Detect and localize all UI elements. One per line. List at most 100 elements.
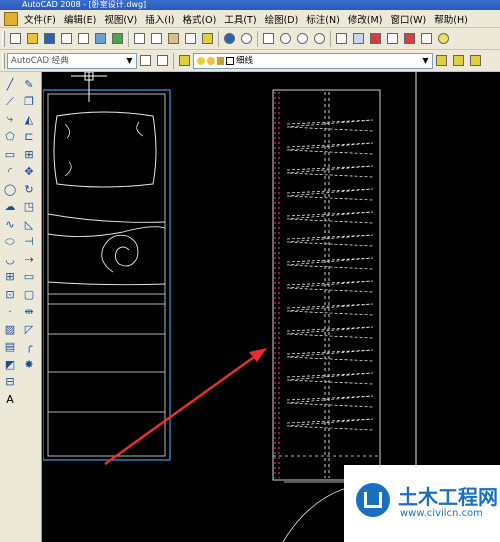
break-icon[interactable]: ▢	[21, 286, 37, 302]
lock-icon[interactable]	[217, 56, 224, 65]
help-icon[interactable]	[436, 31, 451, 46]
rotate-icon[interactable]: ↻	[21, 181, 37, 197]
sun-icon[interactable]	[207, 56, 215, 65]
menu-tools[interactable]: 工具(T)	[220, 12, 260, 26]
menu-modify[interactable]: 修改(M)	[344, 12, 387, 26]
stretch-icon[interactable]: ◺	[21, 216, 37, 232]
hanger	[286, 280, 374, 293]
block-editor-icon[interactable]	[200, 31, 215, 46]
new-file-icon[interactable]	[8, 31, 23, 46]
make-object-layer-current-icon[interactable]	[434, 53, 449, 68]
zoom-previous-icon[interactable]	[312, 31, 327, 46]
spline-icon[interactable]: ∿	[2, 216, 18, 232]
pan-icon[interactable]	[261, 31, 276, 46]
offset-icon[interactable]: ⊏	[21, 129, 37, 145]
window-title: AutoCAD 2008 - [卧室设计.dwg]	[22, 0, 147, 9]
publish-icon[interactable]	[93, 31, 108, 46]
move-icon[interactable]: ✥	[21, 164, 37, 180]
layer-color-swatch	[226, 56, 234, 65]
fillet-icon[interactable]: ╭	[21, 339, 37, 355]
menu-file[interactable]: 文件(F)	[20, 12, 60, 26]
pillow	[53, 111, 157, 188]
properties-icon[interactable]	[334, 31, 349, 46]
match-properties-icon[interactable]	[183, 31, 198, 46]
make-block-icon[interactable]: ⊡	[2, 286, 18, 302]
quickcalc-icon[interactable]	[419, 31, 434, 46]
menu-window[interactable]: 窗口(W)	[386, 12, 430, 26]
print-icon[interactable]	[59, 31, 74, 46]
open-file-icon[interactable]	[25, 31, 40, 46]
erase-icon[interactable]: ✎	[21, 76, 37, 92]
zoom-realtime-icon[interactable]	[278, 31, 293, 46]
join-icon[interactable]: ⇹	[21, 304, 37, 320]
cut-icon[interactable]	[132, 31, 147, 46]
chevron-down-icon[interactable]: ▼	[124, 55, 135, 67]
rectangle-icon[interactable]: ▭	[2, 146, 18, 162]
workspace-layers-toolbar: AutoCAD 经典 ▼ 细线 ▼	[0, 50, 500, 72]
layer-dropdown[interactable]: 细线 ▼	[193, 52, 433, 69]
circle-icon[interactable]: ◯	[2, 181, 18, 197]
menu-dimension[interactable]: 标注(N)	[302, 12, 344, 26]
menu-help[interactable]: 帮助(H)	[430, 12, 472, 26]
toolbar-grip[interactable]	[2, 30, 5, 47]
region-icon[interactable]: ◩	[2, 356, 18, 372]
menu-format[interactable]: 格式(O)	[178, 12, 220, 26]
markup-set-icon[interactable]	[402, 31, 417, 46]
explode-icon[interactable]: ✸	[21, 356, 37, 372]
array-icon[interactable]: ⊞	[21, 146, 37, 162]
redo-icon[interactable]	[239, 31, 254, 46]
design-center-icon[interactable]	[351, 31, 366, 46]
blanket-line	[47, 281, 166, 286]
layer-states-icon[interactable]	[468, 53, 483, 68]
xline-icon[interactable]: ⟋	[2, 94, 18, 110]
revcloud-icon[interactable]: ☁	[2, 199, 18, 215]
annotation-arrow-line	[104, 350, 262, 466]
3d-dwf-icon[interactable]	[110, 31, 125, 46]
layer-manager-icon[interactable]	[177, 53, 192, 68]
text-icon[interactable]: A	[2, 391, 18, 407]
gradient-icon[interactable]: ▤	[2, 339, 18, 355]
zoom-window-icon[interactable]	[295, 31, 310, 46]
save-icon[interactable]	[42, 31, 57, 46]
layer-previous-icon[interactable]	[451, 53, 466, 68]
blanket-fold	[47, 226, 166, 238]
tool-palettes-icon[interactable]	[368, 31, 383, 46]
civilcn-logo-icon	[356, 483, 390, 517]
toolbar-grip[interactable]	[2, 52, 5, 69]
chevron-down-icon[interactable]: ▼	[420, 55, 431, 67]
workspace-settings-icon[interactable]	[138, 53, 153, 68]
mirror-icon[interactable]: ◭	[21, 111, 37, 127]
bed-frame	[47, 93, 166, 457]
arc-icon[interactable]: ◜	[2, 164, 18, 180]
hatch-icon[interactable]: ▨	[2, 321, 18, 337]
table-icon[interactable]: ⊟	[2, 374, 18, 390]
plot-preview-icon[interactable]	[76, 31, 91, 46]
chamfer-icon[interactable]: ◸	[21, 321, 37, 337]
scale-icon[interactable]: ◳	[21, 199, 37, 215]
polyline-icon[interactable]: ⤷	[2, 111, 18, 127]
menu-insert[interactable]: 插入(I)	[141, 12, 178, 26]
menu-view[interactable]: 视图(V)	[100, 12, 141, 26]
extend-icon[interactable]: ⇢	[21, 251, 37, 267]
insert-block-icon[interactable]: ⊞	[2, 269, 18, 285]
paste-icon[interactable]	[166, 31, 181, 46]
light-bulb-icon[interactable]	[197, 56, 205, 65]
menu-edit[interactable]: 编辑(E)	[60, 12, 100, 26]
point-icon[interactable]: ·	[2, 304, 18, 320]
trim-icon[interactable]: ⊣	[21, 234, 37, 250]
polygon-icon[interactable]: ⬠	[2, 129, 18, 145]
line-icon[interactable]: ╱	[2, 76, 18, 92]
ellipse-arc-icon[interactable]: ◡	[2, 251, 18, 267]
copy-icon[interactable]	[149, 31, 164, 46]
autocad-app-icon[interactable]	[4, 11, 18, 26]
hanger	[286, 372, 374, 385]
undo-icon[interactable]	[222, 31, 237, 46]
ellipse-icon[interactable]: ⬭	[2, 234, 18, 250]
workspace-save-icon[interactable]	[155, 53, 170, 68]
workspace-dropdown[interactable]: AutoCAD 经典 ▼	[7, 52, 137, 69]
copy-icon[interactable]: ❐	[21, 94, 37, 110]
blanket-swirl	[101, 234, 139, 273]
sheet-set-icon[interactable]	[385, 31, 400, 46]
menu-draw[interactable]: 绘图(D)	[261, 12, 303, 26]
break-point-icon[interactable]: ▭	[21, 269, 37, 285]
